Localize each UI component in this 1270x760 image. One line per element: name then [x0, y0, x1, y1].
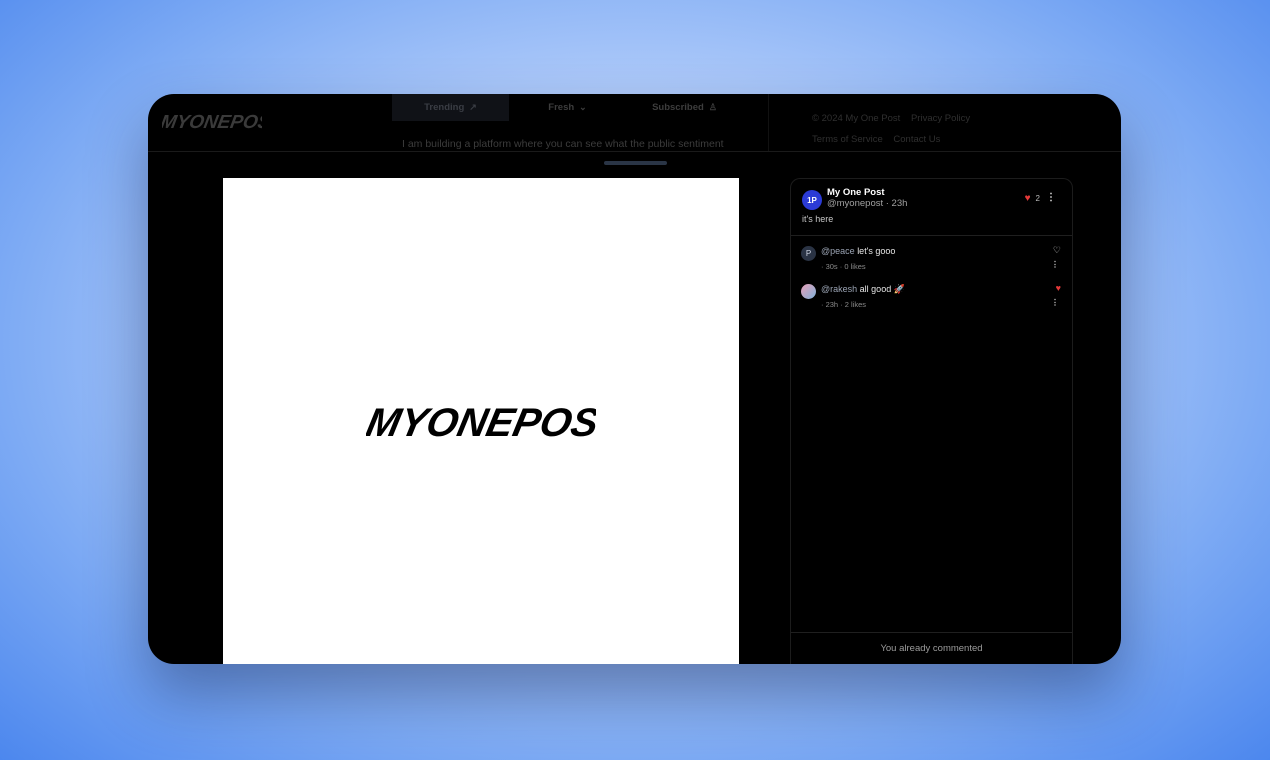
- like-button[interactable]: ♥ 2: [1025, 193, 1040, 204]
- tab-label: Trending: [424, 102, 465, 113]
- avatar[interactable]: P: [801, 246, 816, 261]
- contact-link[interactable]: Contact Us: [893, 134, 940, 145]
- user-icon: ♙: [708, 102, 717, 112]
- like-count: 2: [1035, 194, 1040, 203]
- privacy-link[interactable]: Privacy Policy: [911, 113, 970, 124]
- app-window: MYONEPOST Trending ↗ Fresh ⌄ Subscribed …: [148, 94, 1121, 664]
- myonepost-logo[interactable]: MYONEPOST: [162, 104, 262, 140]
- comment-likes: · 2 likes: [840, 300, 867, 309]
- top-bar: MYONEPOST Trending ↗ Fresh ⌄ Subscribed …: [148, 94, 1121, 152]
- more-options-icon[interactable]: ⋮: [1051, 298, 1059, 307]
- avatar[interactable]: 1P: [802, 190, 822, 210]
- post-text: it's here: [802, 214, 834, 224]
- tagline: I am building a platform where you can s…: [402, 138, 724, 150]
- comment-meta: · 30s · 0 likes: [821, 262, 866, 271]
- heart-filled-icon: ♥: [1024, 193, 1031, 204]
- tab-trending[interactable]: Trending ↗: [392, 94, 509, 121]
- comment-text: let's gooo: [857, 246, 896, 256]
- comment-time: · 30s: [821, 262, 838, 271]
- comment-item: @rakesh all good 🚀 · 23h · 2 likes ♥ ⋮: [801, 281, 1063, 311]
- tab-label: Fresh: [548, 102, 575, 113]
- tab-subscribed[interactable]: Subscribed ♙: [626, 94, 743, 121]
- comment-text: all good 🚀: [859, 284, 905, 294]
- trending-icon: ↗: [469, 102, 477, 112]
- comment-user[interactable]: @rakesh: [821, 284, 857, 294]
- myonepost-wordmark: MYONEPOST: [366, 399, 596, 444]
- footer-links: © 2024 My One Post Privacy Policy Terms …: [812, 108, 978, 150]
- post-author[interactable]: My One Post: [827, 187, 885, 198]
- heart-filled-icon[interactable]: ♥: [1056, 283, 1061, 293]
- comments-panel: 1P My One Post @myonepost · 23h ♥ 2 ⋮ it…: [790, 178, 1073, 664]
- more-options-icon[interactable]: ⋮: [1051, 260, 1059, 269]
- feed-tabs: Trending ↗ Fresh ⌄ Subscribed ♙: [392, 94, 744, 121]
- comment-line: @rakesh all good 🚀: [821, 284, 905, 295]
- drag-handle[interactable]: [604, 161, 667, 165]
- comment-likes: · 0 likes: [839, 262, 866, 271]
- avatar[interactable]: [801, 284, 816, 299]
- comment-item: P @peace let's gooo · 30s · 0 likes ♡ ⋮: [801, 243, 1063, 273]
- terms-link[interactable]: Terms of Service: [812, 134, 883, 145]
- comment-time: · 23h: [821, 300, 839, 309]
- svg-text:MYONEPOST: MYONEPOST: [162, 112, 262, 133]
- comment-user[interactable]: @peace: [821, 246, 855, 256]
- post-image: MYONEPOST: [223, 178, 739, 664]
- svg-text:MYONEPOST: MYONEPOST: [366, 399, 596, 444]
- chevron-down-double-icon: ⌄: [579, 102, 587, 112]
- post-header: 1P My One Post @myonepost · 23h ♥ 2 ⋮ it…: [791, 179, 1072, 236]
- already-commented-notice: You already commented: [791, 632, 1072, 664]
- post-meta: @myonepost · 23h: [827, 198, 908, 209]
- divider: [768, 94, 769, 151]
- comment-meta: · 23h · 2 likes: [821, 300, 866, 309]
- more-options-icon[interactable]: ⋮: [1046, 192, 1056, 203]
- tab-fresh[interactable]: Fresh ⌄: [509, 94, 626, 121]
- tab-label: Subscribed: [652, 102, 704, 113]
- copyright-text: © 2024 My One Post: [812, 113, 901, 124]
- heart-outline-icon[interactable]: ♡: [1053, 245, 1061, 256]
- comment-line: @peace let's gooo: [821, 246, 895, 256]
